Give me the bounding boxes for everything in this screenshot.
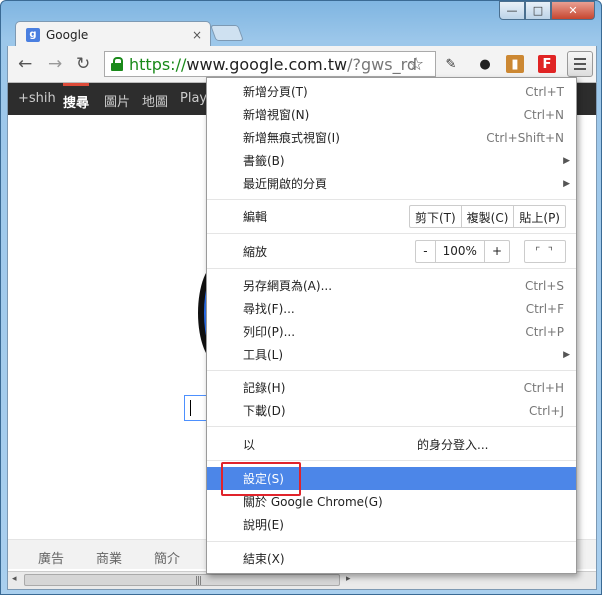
evernote-elephant-icon[interactable]: ● [476, 55, 494, 73]
cut-button[interactable]: 剪下(T) [410, 206, 462, 227]
zoom-controls: - 100% + [415, 240, 510, 263]
fullscreen-icon[interactable]: ⌜ ⌝ [524, 240, 566, 263]
menu-exit[interactable]: 結束(X) [207, 547, 576, 570]
url-path: /?gws_rd [347, 54, 418, 74]
menu-save-as[interactable]: 另存網頁為(A)... Ctrl+S [207, 274, 576, 297]
zoom-out-button[interactable]: - [416, 241, 436, 262]
google-favicon-icon: g [26, 27, 40, 42]
menu-shortcut: Ctrl+H [523, 380, 564, 395]
gbar-user-link[interactable]: +shih [18, 91, 56, 106]
menu-label: 的身分登入... [417, 438, 489, 452]
flipboard-icon[interactable]: F [538, 55, 556, 73]
menu-label: 另存網頁為(A)... [243, 279, 333, 293]
menu-find[interactable]: 尋找(F)... Ctrl+F [207, 297, 576, 320]
url-host: www.google.com.tw [186, 54, 348, 74]
menu-shortcut: Ctrl+Shift+N [486, 130, 564, 145]
menu-shortcut: Ctrl+T [525, 84, 564, 99]
bookmark-extension-icon[interactable]: ▮ [506, 55, 524, 73]
menu-label: 記錄(H) [243, 381, 286, 395]
menu-recent-tabs[interactable]: 最近開啟的分頁 ▶ [207, 172, 576, 195]
zoom-in-button[interactable]: + [485, 241, 509, 262]
menu-shortcut: Ctrl+S [524, 278, 564, 293]
forward-arrow-icon[interactable]: → [48, 54, 62, 74]
menu-label: 下載(D) [243, 404, 286, 418]
menu-label: 新增無痕式視窗(I) [243, 131, 340, 145]
minimize-button[interactable]: — [499, 1, 525, 20]
menu-print[interactable]: 列印(P)... Ctrl+P [207, 320, 576, 343]
menu-divider [207, 370, 576, 371]
menu-downloads[interactable]: 下載(D) Ctrl+J [207, 399, 576, 422]
tab-google[interactable]: g Google × [15, 21, 211, 47]
grip-icon: ||| [195, 576, 202, 586]
scroll-right-icon[interactable]: ▸ [346, 574, 351, 584]
gbar-maps-link[interactable]: 地圖 [142, 91, 168, 110]
menu-label: 新增視窗(N) [243, 108, 310, 122]
menu-label: 工具(L) [243, 348, 284, 362]
menu-tools[interactable]: 工具(L) ▶ [207, 343, 576, 366]
zoom-level: 100% [436, 241, 485, 262]
menu-label: 以 [243, 438, 256, 452]
back-arrow-icon[interactable]: ← [18, 54, 32, 74]
lock-icon [111, 57, 123, 71]
menu-new-tab[interactable]: 新增分頁(T) Ctrl+T [207, 80, 576, 103]
edit-button-group: 剪下(T) 複製(C) 貼上(P) [408, 205, 566, 228]
menu-divider [207, 268, 576, 269]
chrome-menu: 新增分頁(T) Ctrl+T 新增視窗(N) Ctrl+N 新增無痕式視窗(I)… [206, 77, 577, 574]
extension-pen-icon[interactable]: ✎ [442, 55, 460, 73]
menu-history[interactable]: 記錄(H) Ctrl+H [207, 376, 576, 399]
menu-label: 說明(E) [243, 518, 284, 532]
menu-zoom: 縮放 - 100% + ⌜ ⌝ [207, 240, 576, 263]
menu-label: 最近開啟的分頁 [243, 177, 328, 191]
paste-button[interactable]: 貼上(P) [514, 206, 565, 227]
menu-label: 新增分頁(T) [243, 85, 308, 99]
menu-shortcut: Ctrl+N [523, 107, 564, 122]
bookmark-star-icon[interactable]: ☆ [408, 54, 424, 75]
footer-about-link[interactable]: 簡介 [154, 548, 180, 567]
footer-business-link[interactable]: 商業 [96, 548, 122, 567]
submenu-arrow-icon: ▶ [563, 349, 570, 360]
window-controls: — □ ✕ [499, 1, 595, 20]
menu-divider [207, 199, 576, 200]
menu-divider [207, 426, 576, 427]
menu-help[interactable]: 說明(E) [207, 513, 576, 536]
menu-bookmarks[interactable]: 書籤(B) ▶ [207, 149, 576, 172]
chrome-menu-button[interactable] [567, 51, 593, 77]
footer-ads-link[interactable]: 廣告 [38, 548, 64, 567]
menu-edit: 編輯 剪下(T) 複製(C) 貼上(P) [207, 205, 576, 228]
tab-close-icon[interactable]: × [192, 28, 202, 42]
menu-label: 編輯 [243, 210, 268, 224]
menu-label: 列印(P)... [243, 325, 296, 339]
gbar-play-link[interactable]: Play [180, 91, 207, 106]
gbar-search-link[interactable]: 搜尋 [63, 83, 90, 111]
menu-divider [207, 233, 576, 234]
url-scheme: https:// [129, 54, 187, 74]
copy-button[interactable]: 複製(C) [462, 206, 515, 227]
menu-label: 縮放 [243, 245, 268, 259]
highlight-annotation-box [221, 462, 301, 496]
scrollbar-thumb[interactable]: ||| [24, 574, 340, 586]
menu-label: 書籤(B) [243, 154, 285, 168]
maximize-button[interactable]: □ [525, 1, 551, 20]
submenu-arrow-icon: ▶ [563, 155, 570, 166]
menu-divider [207, 541, 576, 542]
address-bar[interactable]: https:// www.google.com.tw /?gws_rd [104, 51, 436, 77]
menu-label: 尋找(F)... [243, 302, 295, 316]
menu-sign-in[interactable]: 以 的身分登入... [207, 433, 576, 456]
menu-new-window[interactable]: 新增視窗(N) Ctrl+N [207, 103, 576, 126]
new-tab-button[interactable] [210, 25, 244, 41]
menu-label: 結束(X) [243, 552, 285, 566]
menu-shortcut: Ctrl+P [525, 324, 564, 339]
submenu-arrow-icon: ▶ [563, 178, 570, 189]
close-window-button[interactable]: ✕ [551, 1, 595, 20]
menu-shortcut: Ctrl+J [529, 403, 564, 418]
gbar-images-link[interactable]: 圖片 [104, 91, 130, 110]
menu-incognito[interactable]: 新增無痕式視窗(I) Ctrl+Shift+N [207, 126, 576, 149]
scroll-left-icon[interactable]: ◂ [12, 574, 17, 584]
menu-divider [207, 460, 576, 461]
menu-shortcut: Ctrl+F [525, 301, 564, 316]
reload-icon[interactable]: ↻ [76, 54, 90, 74]
tab-title: Google [46, 27, 89, 42]
